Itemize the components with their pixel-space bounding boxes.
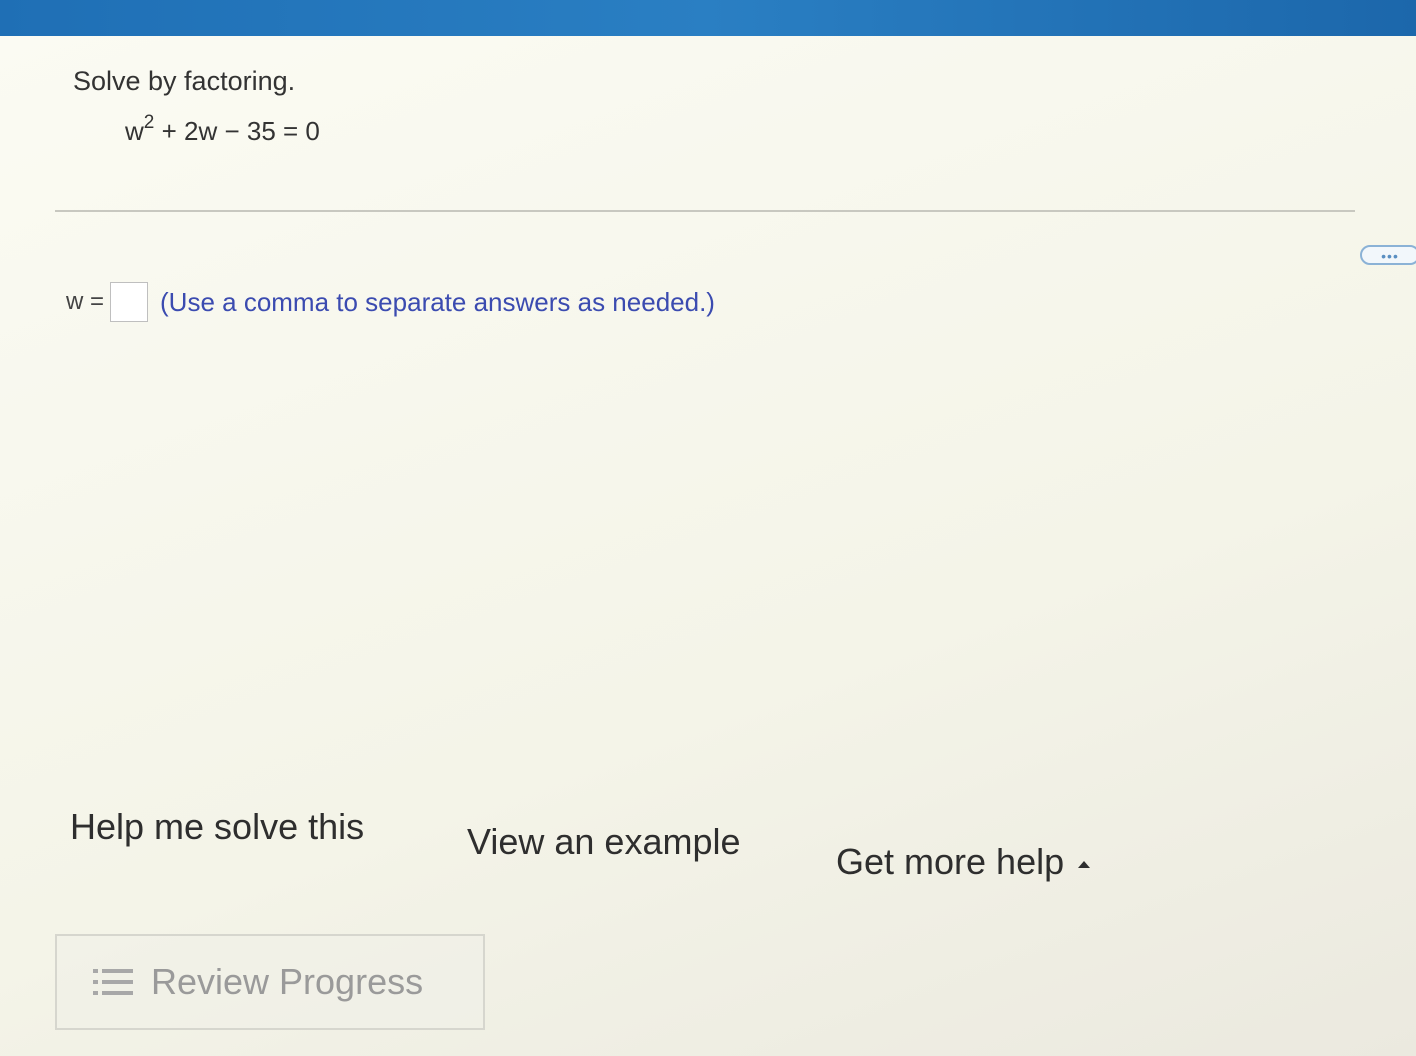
list-icon — [93, 969, 133, 995]
top-header-bar — [0, 0, 1416, 36]
get-more-help-label: Get more help — [836, 841, 1065, 882]
equation-rest: + 2w − 35 = 0 — [154, 116, 320, 146]
review-progress-label: Review Progress — [151, 961, 424, 1002]
caret-up-icon — [1078, 860, 1091, 868]
equation-base: w — [125, 116, 144, 146]
problem-equation: w2 + 2w − 35 = 0 — [125, 112, 320, 147]
get-more-help-button[interactable]: Get more help — [836, 841, 1091, 883]
section-divider — [55, 210, 1355, 212]
question-panel: Solve by factoring. w2 + 2w − 35 = 0 •••… — [0, 36, 1416, 1056]
equation-exponent: 2 — [143, 112, 155, 133]
view-example-button[interactable]: View an example — [467, 821, 741, 863]
answer-row: w = (Use a comma to separate answers as … — [66, 282, 715, 322]
answer-hint: (Use a comma to separate answers as need… — [160, 286, 715, 317]
answer-input[interactable] — [110, 282, 149, 322]
review-progress-button[interactable]: Review Progress — [55, 934, 485, 1030]
more-options-button[interactable]: ••• — [1360, 245, 1416, 265]
problem-instruction: Solve by factoring. — [73, 66, 296, 96]
answer-label: w = — [66, 288, 105, 315]
help-me-solve-button[interactable]: Help me solve this — [70, 806, 364, 848]
